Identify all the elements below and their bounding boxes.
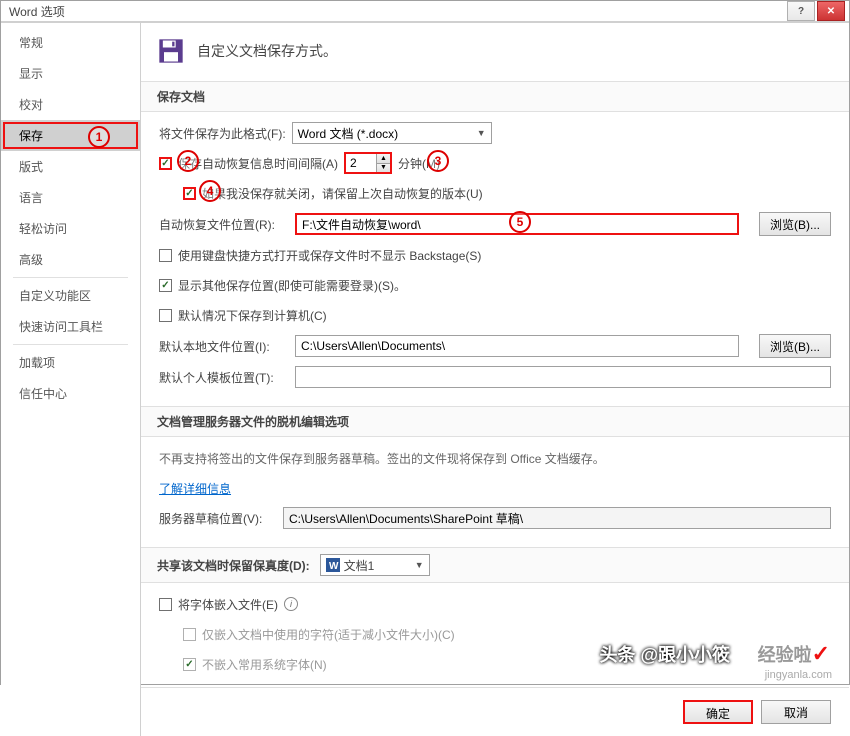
autorecover-value: 2 <box>350 156 357 170</box>
embed-used-label: 仅嵌入文档中使用的字符(适于减小文件大小)(C) <box>202 626 455 643</box>
template-loc-label: 默认个人模板位置(T): <box>159 369 289 386</box>
backstage-label: 使用键盘快捷方式打开或保存文件时不显示 Backstage(S) <box>178 247 481 264</box>
sidebar-item-0[interactable]: 常规 <box>1 27 140 58</box>
learn-more-link[interactable]: 了解详细信息 <box>159 480 231 497</box>
svg-text:W: W <box>329 561 339 572</box>
minutes-label: 分钟(M) <box>398 155 440 172</box>
sidebar-item-6[interactable]: 轻松访问 <box>1 213 140 244</box>
format-combo[interactable]: Word 文档 (*.docx) ▼ <box>292 122 492 144</box>
chevron-down-icon: ▼ <box>415 560 424 570</box>
share-doc-name: 文档1 <box>344 557 375 574</box>
default-loc-field[interactable] <box>295 335 739 357</box>
keep-last-checkbox[interactable] <box>183 187 196 200</box>
ok-button[interactable]: 确定 <box>683 700 753 724</box>
autorecover-label: 保存自动恢复信息时间间隔(A) <box>178 155 338 172</box>
help-button[interactable]: ? <box>787 1 815 21</box>
no-sys-fonts-checkbox <box>183 658 196 671</box>
default-loc-label: 默认本地文件位置(I): <box>159 338 289 355</box>
window-title: Word 选项 <box>5 3 785 20</box>
server-note: 不再支持将签出的文件保存到服务器草稿。签出的文件现将保存到 Office 文档缓… <box>159 450 605 467</box>
sidebar-item-2[interactable]: 校对 <box>1 89 140 120</box>
embed-fonts-label: 将字体嵌入文件(E) <box>178 596 278 613</box>
browse-autorecover-button[interactable]: 浏览(B)... <box>759 212 831 236</box>
save-icon <box>157 37 185 65</box>
sidebar-item-12[interactable]: 加载项 <box>1 347 140 378</box>
info-icon[interactable]: i <box>284 597 298 611</box>
word-doc-icon: W <box>326 558 340 572</box>
save-local-label: 默认情况下保存到计算机(C) <box>178 307 327 324</box>
sidebar: 常规显示校对保存版式语言轻松访问高级自定义功能区快速访问工具栏加载项信任中心 <box>1 23 141 736</box>
format-value: Word 文档 (*.docx) <box>298 125 398 142</box>
draft-loc-label: 服务器草稿位置(V): <box>159 510 277 527</box>
embed-fonts-checkbox[interactable] <box>159 598 172 611</box>
embed-used-checkbox <box>183 628 196 641</box>
show-other-label: 显示其他保存位置(即使可能需要登录)(S)。 <box>178 277 406 294</box>
template-loc-field[interactable] <box>295 366 831 388</box>
header-title: 自定义文档保存方式。 <box>197 41 337 61</box>
format-label: 将文件保存为此格式(F): <box>159 125 286 142</box>
backstage-checkbox[interactable] <box>159 249 172 262</box>
no-sys-fonts-label: 不嵌入常用系统字体(N) <box>202 656 327 673</box>
browse-default-button[interactable]: 浏览(B)... <box>759 334 831 358</box>
autorecover-minutes-spinner[interactable]: 2 ▲▼ <box>344 152 392 174</box>
show-other-checkbox[interactable] <box>159 279 172 292</box>
chevron-down-icon: ▼ <box>477 128 486 138</box>
sidebar-item-13[interactable]: 信任中心 <box>1 378 140 409</box>
autorecover-checkbox[interactable] <box>159 157 172 170</box>
sidebar-item-3[interactable]: 保存 <box>1 120 140 151</box>
section-save-title: 保存文档 <box>141 81 849 112</box>
draft-loc-field <box>283 507 831 529</box>
sidebar-item-4[interactable]: 版式 <box>1 151 140 182</box>
sidebar-item-7[interactable]: 高级 <box>1 244 140 275</box>
autorecover-loc-field[interactable] <box>295 213 739 235</box>
share-doc-combo[interactable]: W 文档1 ▼ <box>320 554 430 576</box>
section-server-title: 文档管理服务器文件的脱机编辑选项 <box>141 406 849 437</box>
spin-up[interactable]: ▲ <box>376 154 390 164</box>
sidebar-item-5[interactable]: 语言 <box>1 182 140 213</box>
cancel-button[interactable]: 取消 <box>761 700 831 724</box>
spin-down[interactable]: ▼ <box>376 164 390 173</box>
sidebar-item-1[interactable]: 显示 <box>1 58 140 89</box>
sidebar-item-10[interactable]: 快速访问工具栏 <box>1 311 140 342</box>
close-button[interactable]: ✕ <box>817 1 845 21</box>
sidebar-item-9[interactable]: 自定义功能区 <box>1 280 140 311</box>
autorecover-loc-label: 自动恢复文件位置(R): <box>159 216 289 233</box>
keep-last-label: 如果我没保存就关闭，请保留上次自动恢复的版本(U) <box>202 185 483 202</box>
section-share-title: 共享该文档时保留保真度(D): <box>157 557 310 574</box>
save-local-checkbox[interactable] <box>159 309 172 322</box>
